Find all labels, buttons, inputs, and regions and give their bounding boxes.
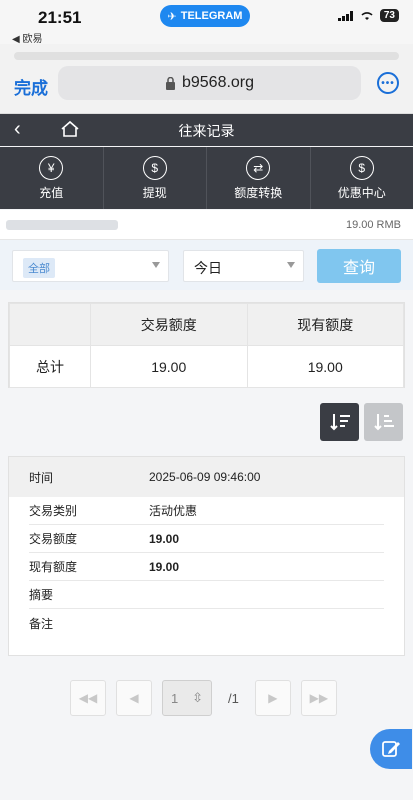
- record-amount-value: 19.00: [149, 531, 180, 546]
- balance-amount: 19.00 RMB: [345, 219, 401, 231]
- promo-icon: $: [349, 155, 374, 180]
- page-nav: ‹ 往来记录: [0, 114, 413, 146]
- record-summary-label: 摘要: [29, 588, 54, 602]
- record-type-value: 活动优惠: [149, 504, 198, 518]
- record-note-row: 备注: [29, 609, 384, 637]
- signal-icon: [337, 10, 353, 21]
- summary-total-balance: 19.00: [246, 345, 404, 388]
- record-time-label: 时间: [29, 470, 54, 485]
- battery-icon: 73: [379, 9, 399, 22]
- record-amount-label: 交易额度: [29, 532, 78, 546]
- transfer-icon: ⇄: [246, 155, 271, 180]
- browser-top-strip: [14, 52, 399, 60]
- summary-total-amount: 19.00: [90, 345, 248, 388]
- bottom-strip: [0, 773, 413, 800]
- record-type-label: 交易类别: [29, 504, 78, 518]
- quick-action-label: 额度转换: [234, 185, 283, 200]
- summary-table: 交易额度 现有额度 总计 19.00 19.00: [8, 302, 405, 388]
- page-title: 往来记录: [178, 123, 235, 139]
- up-down-stepper-icon: ⇳: [192, 690, 203, 705]
- floating-edit-button[interactable]: [370, 729, 412, 769]
- type-select[interactable]: 全部: [12, 250, 169, 282]
- date-select-value: 今日: [194, 260, 222, 276]
- date-select[interactable]: 今日: [183, 250, 304, 282]
- record-note-label: 备注: [29, 616, 54, 631]
- double-right-arrow-icon: ▶▶: [309, 691, 329, 705]
- transaction-record: 时间 2025-06-09 09:46:00 交易类别 活动优惠 交易额度 19…: [8, 456, 405, 656]
- wifi-icon: [361, 11, 373, 20]
- summary-header-blank: [9, 303, 91, 346]
- summary-total-label: 总计: [9, 345, 91, 388]
- current-page: 1: [171, 690, 179, 706]
- browser-bar: 完成 b9568.org •••: [0, 44, 413, 114]
- url-text: b9568.org: [181, 74, 255, 91]
- prev-page-button[interactable]: ◀: [116, 680, 152, 716]
- edit-note-icon: [382, 741, 400, 757]
- status-indicators: 73: [337, 9, 399, 22]
- query-button[interactable]: 查询: [317, 249, 401, 283]
- withdraw-icon: $: [142, 155, 167, 180]
- right-arrow-icon: ▶: [268, 691, 278, 705]
- type-select-chip: 全部: [23, 258, 55, 278]
- quick-action-promo[interactable]: $ 优惠中心: [309, 147, 413, 209]
- quick-actions-bar: ¥ 充值 $ 提现 ⇄ 额度转换 $ 优惠中心: [0, 147, 413, 209]
- caret-down-icon: [287, 262, 295, 268]
- first-page-button[interactable]: ◀◀: [70, 680, 106, 716]
- sort-descending-icon: [329, 414, 350, 431]
- summary-header-amount: 交易额度: [90, 303, 248, 346]
- telegram-pill[interactable]: ✈ TELEGRAM: [160, 5, 250, 27]
- total-pages: /1: [228, 690, 239, 706]
- caret-down-icon: [152, 262, 160, 268]
- record-balance-label: 现有额度: [29, 560, 78, 574]
- quick-action-label: 提现: [142, 185, 167, 200]
- user-balance-bar: 19.00 RMB: [0, 210, 413, 240]
- telegram-pill-label: TELEGRAM: [180, 10, 243, 22]
- sort-ascending-icon: [373, 414, 394, 431]
- filter-bar: 全部 今日 查询: [0, 240, 413, 290]
- sort-ascending-button[interactable]: [364, 403, 403, 441]
- last-page-button[interactable]: ▶▶: [300, 680, 337, 716]
- record-amount-row: 交易额度 19.00: [29, 525, 384, 553]
- record-balance-value: 19.00: [149, 559, 180, 574]
- double-left-arrow-icon: ◀◀: [78, 691, 98, 705]
- summary-header-balance: 现有额度: [246, 303, 404, 346]
- record-time-value: 2025-06-09 09:46:00: [149, 470, 261, 484]
- status-bar: 21:51 ◀ 欧易 ✈ TELEGRAM 73: [0, 0, 413, 45]
- page-number-select[interactable]: 1 ⇳: [162, 680, 212, 716]
- more-options-button[interactable]: •••: [377, 72, 399, 94]
- record-type-row: 交易类别 活动优惠: [29, 497, 384, 525]
- ellipsis-icon: •••: [381, 77, 395, 89]
- quick-action-label: 充值: [39, 185, 64, 200]
- paper-plane-icon: ✈: [167, 10, 177, 23]
- left-arrow-icon: ◀: [129, 691, 139, 705]
- next-page-button[interactable]: ▶: [254, 680, 291, 716]
- done-button[interactable]: 完成: [14, 74, 48, 99]
- record-balance-row: 现有额度 19.00: [29, 553, 384, 581]
- status-time: 21:51: [38, 8, 82, 27]
- record-time-row: 时间 2025-06-09 09:46:00: [9, 457, 404, 497]
- record-summary-row: 摘要: [29, 581, 384, 609]
- url-bar[interactable]: b9568.org: [58, 66, 361, 100]
- redacted-username: [6, 220, 118, 230]
- pagination: ◀◀ ◀ 1 ⇳ /1 ▶ ▶▶: [70, 680, 337, 716]
- back-to-app-link[interactable]: ◀ 欧易: [12, 30, 42, 45]
- quick-action-transfer[interactable]: ⇄ 额度转换: [206, 147, 310, 209]
- lock-icon: [165, 76, 175, 90]
- quick-action-label: 优惠中心: [337, 185, 386, 200]
- quick-action-deposit[interactable]: ¥ 充值: [0, 147, 103, 209]
- deposit-icon: ¥: [39, 155, 64, 180]
- sort-descending-button[interactable]: [320, 403, 359, 441]
- quick-action-withdraw[interactable]: $ 提现: [102, 147, 207, 209]
